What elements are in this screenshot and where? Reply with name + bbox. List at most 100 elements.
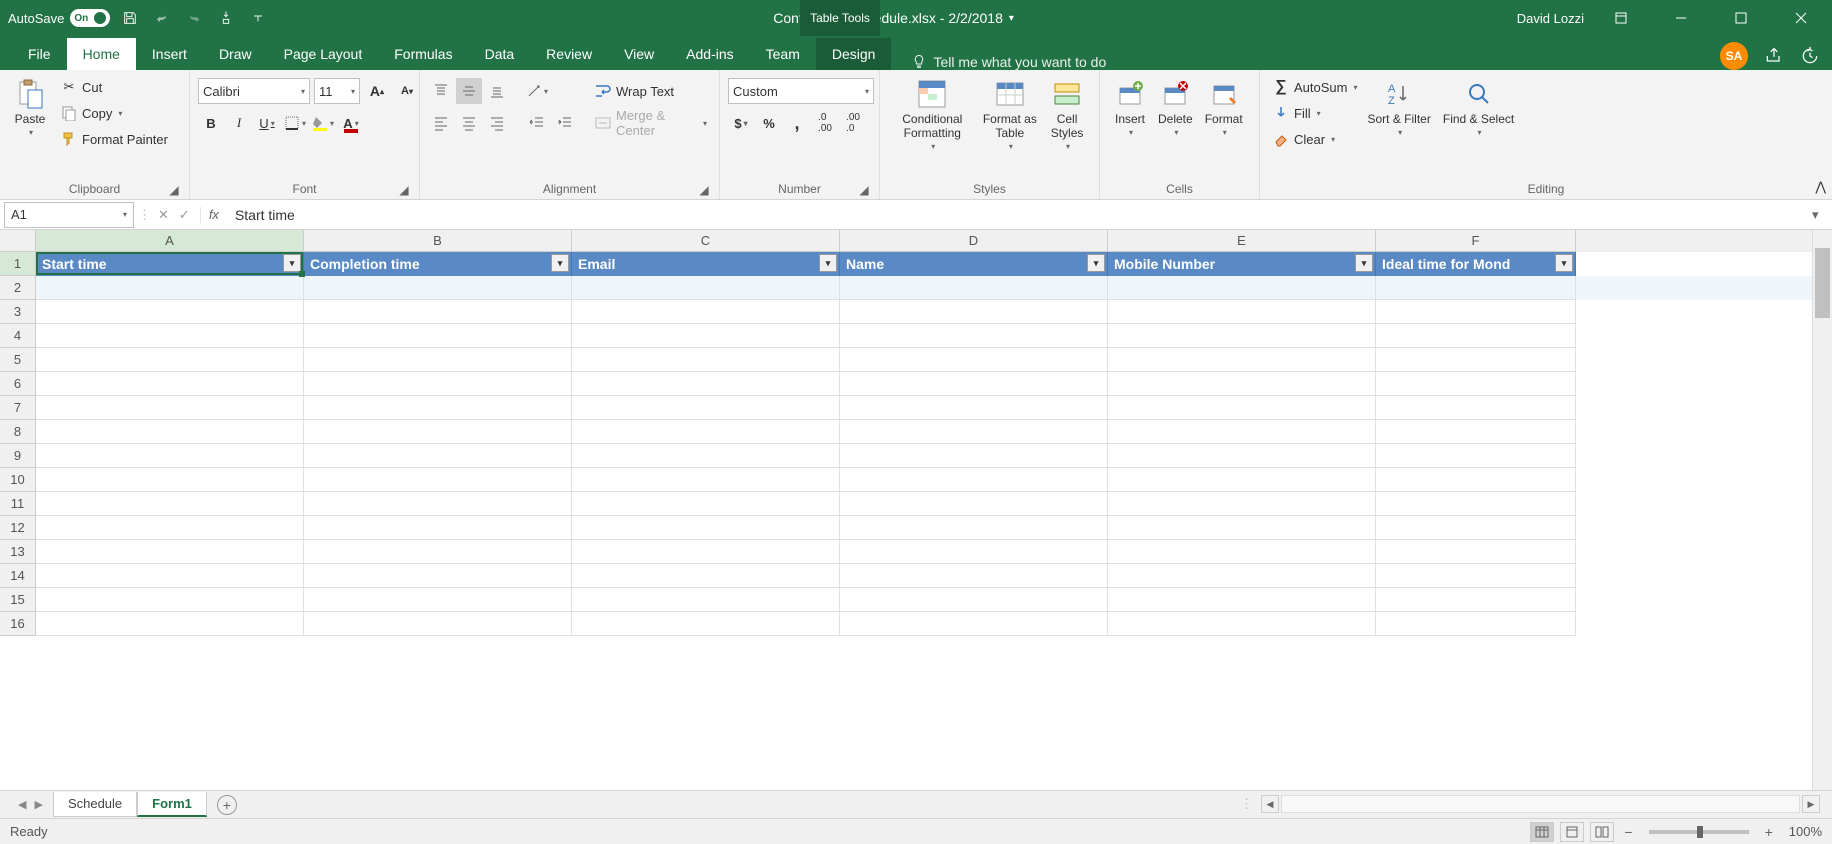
table-header-D[interactable]: Name — [840, 252, 1108, 276]
cell[interactable] — [840, 468, 1108, 492]
cell[interactable] — [36, 540, 304, 564]
row-header-4[interactable]: 4 — [0, 324, 36, 348]
increase-decimal-icon[interactable]: .0.00 — [812, 110, 838, 136]
cell[interactable] — [304, 492, 572, 516]
cell[interactable] — [36, 588, 304, 612]
cell[interactable] — [1108, 396, 1376, 420]
find-select-button[interactable]: Find & Select▾ — [1437, 74, 1520, 141]
autosave-toggle[interactable]: On — [70, 9, 110, 27]
cell[interactable] — [572, 444, 840, 468]
cell[interactable] — [36, 348, 304, 372]
cell[interactable] — [1376, 564, 1576, 588]
cell[interactable] — [572, 420, 840, 444]
sort-filter-button[interactable]: AZSort & Filter▾ — [1362, 74, 1437, 141]
cell[interactable] — [1108, 588, 1376, 612]
borders-button[interactable]: ▾ — [282, 110, 308, 136]
column-header-B[interactable]: B — [304, 230, 572, 252]
cell[interactable] — [1376, 372, 1576, 396]
cell[interactable] — [840, 420, 1108, 444]
zoom-out-button[interactable]: − — [1620, 824, 1636, 840]
column-header-C[interactable]: C — [572, 230, 840, 252]
column-header-A[interactable]: A — [36, 230, 304, 252]
currency-icon[interactable]: $▾ — [728, 110, 754, 136]
zoom-in-button[interactable]: + — [1761, 824, 1777, 840]
cell[interactable] — [1376, 324, 1576, 348]
zoom-slider[interactable] — [1649, 830, 1749, 834]
number-format-combo[interactable]: Custom▾ — [728, 78, 874, 104]
tab-file[interactable]: File — [12, 38, 67, 70]
decrease-indent-icon[interactable] — [524, 110, 550, 136]
cell[interactable] — [1376, 612, 1576, 636]
comma-icon[interactable]: , — [784, 110, 810, 136]
format-as-table-button[interactable]: Format as Table▾ — [977, 74, 1043, 155]
cell[interactable] — [36, 612, 304, 636]
insert-cells-button[interactable]: Insert▾ — [1108, 74, 1152, 141]
tab-view[interactable]: View — [608, 38, 670, 70]
tab-home[interactable]: Home — [67, 38, 136, 70]
tab-review[interactable]: Review — [530, 38, 608, 70]
fill-color-button[interactable]: ▾ — [310, 110, 336, 136]
expand-formula-bar-icon[interactable]: ▾ — [1812, 207, 1832, 223]
name-box[interactable]: A1 ▾ — [4, 202, 134, 228]
cell[interactable] — [572, 540, 840, 564]
cell[interactable] — [1108, 372, 1376, 396]
cell[interactable] — [1108, 420, 1376, 444]
formula-input[interactable]: Start time — [227, 207, 1812, 223]
tab-page-layout[interactable]: Page Layout — [268, 38, 379, 70]
cell[interactable] — [1376, 444, 1576, 468]
sheet-tab-schedule[interactable]: Schedule — [53, 792, 137, 817]
alignment-launcher-icon[interactable]: ◢ — [697, 183, 711, 197]
row-header-5[interactable]: 5 — [0, 348, 36, 372]
filter-button-D[interactable] — [1087, 254, 1105, 272]
sheet-nav-next-icon[interactable]: ▶ — [34, 798, 42, 811]
cell[interactable] — [840, 348, 1108, 372]
cell[interactable] — [1108, 348, 1376, 372]
hscroll-right-icon[interactable]: ▶ — [1802, 795, 1820, 813]
row-header-1[interactable]: 1 — [0, 252, 36, 276]
cell[interactable] — [1108, 540, 1376, 564]
cell[interactable] — [304, 516, 572, 540]
cell[interactable] — [572, 372, 840, 396]
row-header-11[interactable]: 11 — [0, 492, 36, 516]
cell[interactable] — [1376, 276, 1576, 300]
row-header-3[interactable]: 3 — [0, 300, 36, 324]
cell[interactable] — [304, 276, 572, 300]
cell[interactable] — [840, 516, 1108, 540]
cell[interactable] — [1108, 612, 1376, 636]
cell[interactable] — [304, 348, 572, 372]
orientation-icon[interactable]: ▾ — [524, 78, 550, 104]
font-launcher-icon[interactable]: ◢ — [397, 183, 411, 197]
row-header-10[interactable]: 10 — [0, 468, 36, 492]
row-header-15[interactable]: 15 — [0, 588, 36, 612]
cell[interactable] — [1108, 564, 1376, 588]
cell[interactable] — [36, 444, 304, 468]
cell[interactable] — [572, 492, 840, 516]
cell[interactable] — [1376, 396, 1576, 420]
cell[interactable] — [1108, 444, 1376, 468]
decrease-decimal-icon[interactable]: .00.0 — [840, 110, 866, 136]
column-header-E[interactable]: E — [1108, 230, 1376, 252]
cell[interactable] — [840, 372, 1108, 396]
namebox-dropdown-icon[interactable]: ▾ — [123, 210, 127, 219]
tab-insert[interactable]: Insert — [136, 38, 203, 70]
row-header-12[interactable]: 12 — [0, 516, 36, 540]
cell[interactable] — [840, 444, 1108, 468]
column-header-D[interactable]: D — [840, 230, 1108, 252]
qat-customize-icon[interactable] — [246, 6, 270, 30]
cell[interactable] — [840, 492, 1108, 516]
cell[interactable] — [840, 540, 1108, 564]
row-header-7[interactable]: 7 — [0, 396, 36, 420]
italic-button[interactable]: I — [226, 110, 252, 136]
row-header-2[interactable]: 2 — [0, 276, 36, 300]
cell[interactable] — [840, 564, 1108, 588]
cell[interactable] — [572, 612, 840, 636]
cancel-formula-icon[interactable]: ✕ — [158, 207, 169, 223]
copy-button[interactable]: Copy▾ — [56, 100, 172, 126]
zoom-level[interactable]: 100% — [1789, 824, 1822, 839]
cell[interactable] — [840, 612, 1108, 636]
page-break-view-icon[interactable] — [1590, 822, 1614, 842]
shrink-font-icon[interactable]: A▾ — [394, 78, 420, 104]
cell[interactable] — [1108, 516, 1376, 540]
cell[interactable] — [304, 540, 572, 564]
cell[interactable] — [36, 492, 304, 516]
